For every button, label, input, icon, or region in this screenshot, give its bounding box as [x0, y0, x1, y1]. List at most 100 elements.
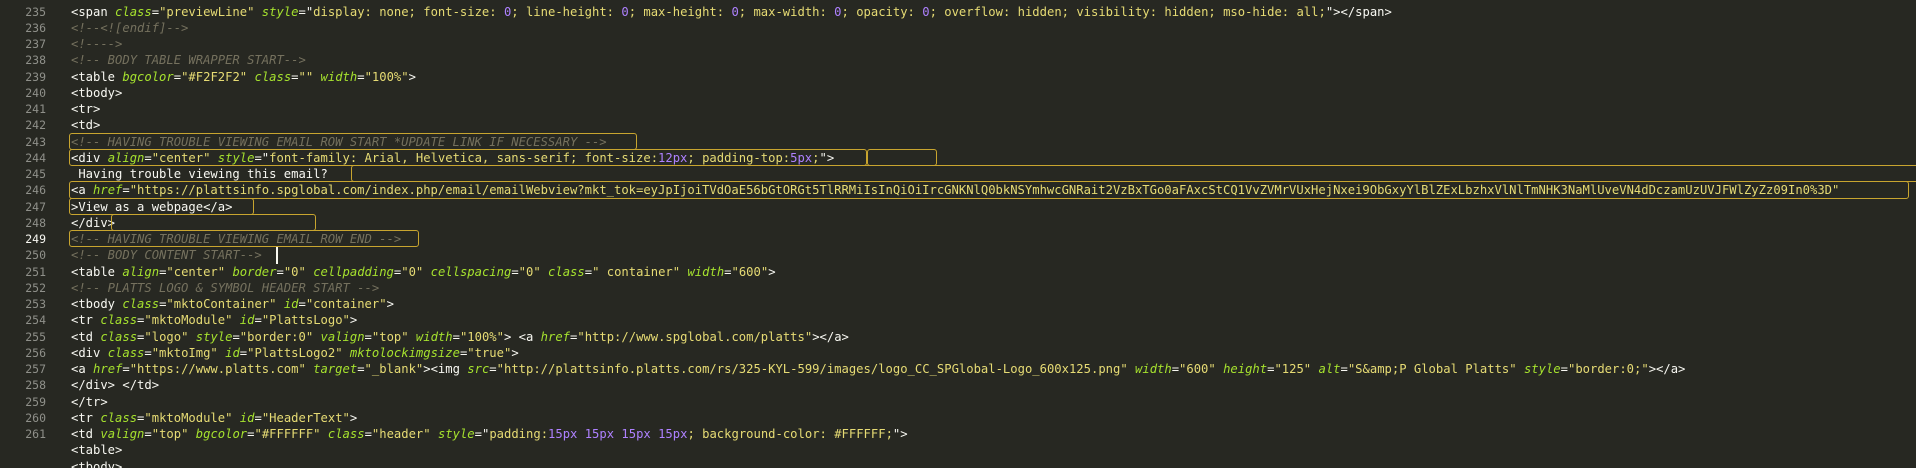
line-number: 238	[25, 53, 46, 68]
code-token: <tbody>	[71, 459, 123, 468]
code-editor[interactable]: 235 236 237 238 239 240 241 242 243 244 245 246 247 2…	[0, 0, 1916, 468]
code-token: "container"	[305, 297, 387, 311]
code-token: ="	[474, 427, 490, 441]
code-token: >	[386, 297, 394, 311]
code-token: =	[357, 362, 365, 376]
code-token: =	[452, 329, 460, 344]
code-token: </div> </td>	[71, 378, 160, 393]
code-line[interactable]: <tbody class="mktoContainer" id="contain…	[71, 296, 394, 312]
code-line[interactable]: </tr>	[71, 394, 108, 410]
line-number: 249	[25, 232, 46, 246]
code-token: ; max-height:	[628, 4, 732, 19]
line-number: 235	[25, 4, 46, 19]
line-number: 240	[25, 85, 46, 100]
code-token: href	[93, 362, 123, 376]
code-line[interactable]: <table>	[71, 442, 122, 458]
code-line[interactable]: <tr>	[71, 101, 100, 117]
code-token: align	[122, 264, 160, 279]
code-token: <tbody>	[71, 85, 123, 100]
code-line[interactable]: <tr class="mktoModule" id="PlattsLogo">	[71, 312, 357, 328]
code-token: "https://www.platts.com"	[129, 362, 306, 376]
code-line[interactable]: <tr class="mktoModule" id="HeaderText">	[71, 410, 357, 426]
code-token: id	[239, 313, 255, 328]
search-match-highlight	[69, 230, 419, 248]
code-line[interactable]: <!-- BODY CONTENT START-->	[71, 247, 262, 263]
code-line[interactable]: <!-- PLATTS LOGO & SYMBOL HEADER START -…	[71, 280, 379, 296]
code-token: target	[313, 362, 358, 376]
code-token: height	[1223, 362, 1268, 376]
code-token: "_blank"	[364, 362, 424, 376]
code-token: <tbody	[71, 297, 123, 311]
code-line[interactable]: <div class="mktoImg" id="PlattsLogo2" mk…	[71, 345, 519, 361]
code-token: =	[298, 297, 306, 311]
code-token: 0	[621, 4, 629, 19]
code-token: <!--<![endif]-->	[71, 20, 189, 35]
code-token: 15px 15px 15px 15px	[548, 427, 688, 441]
code-token: </tr>	[71, 394, 108, 409]
code-line[interactable]: </div>	[71, 215, 115, 231]
code-token: >	[349, 410, 358, 425]
code-token: "http://plattsinfo.platts.com/rs/325-KYL…	[496, 362, 1128, 376]
code-token: =	[144, 345, 152, 360]
code-token: <tr	[71, 313, 101, 328]
code-token: =	[151, 4, 160, 19]
code-token: "600"	[731, 264, 769, 279]
code-token: <table	[71, 264, 123, 279]
line-number: 258	[25, 378, 46, 393]
code-token: style	[1523, 362, 1561, 376]
code-token: "true"	[467, 345, 512, 360]
code-token: valign	[100, 427, 145, 441]
code-line[interactable]: </div> </td>	[71, 377, 159, 393]
code-token: >	[408, 69, 416, 84]
code-line[interactable]: <a href="https://www.platts.com" target=…	[71, 361, 1685, 377]
code-token: <td>	[71, 118, 101, 133]
code-line[interactable]: <table bgcolor="#F2F2F2" class="" width=…	[71, 69, 416, 85]
code-token: class	[115, 4, 152, 19]
code-token: =	[489, 362, 497, 376]
code-token: =	[254, 410, 262, 425]
code-token: cellspacing	[430, 264, 512, 279]
code-token: 0	[731, 4, 739, 19]
code-token: ; line-height:	[511, 4, 622, 19]
code-token: "mktoContainer"	[166, 297, 277, 311]
code-line[interactable]: Having trouble viewing this email?	[71, 166, 327, 182]
code-line[interactable]: <!---->	[71, 36, 122, 52]
code-token: >	[349, 313, 358, 328]
code-token: width	[415, 329, 453, 344]
code-line[interactable]: <span class="previewLine" style="display…	[71, 4, 1392, 20]
code-token: class	[100, 410, 138, 425]
search-match-highlight	[69, 132, 637, 150]
code-line[interactable]: <td valign="top" bgcolor="#FFFFFF" class…	[71, 426, 908, 442]
code-token: "PlattsLogo"	[261, 313, 350, 328]
search-match-highlight	[867, 148, 937, 166]
code-token: "100%"	[459, 329, 504, 344]
code-line[interactable]: <!--<![endif]-->	[71, 20, 188, 36]
code-line[interactable]: <tbody>	[71, 85, 122, 101]
code-token: >	[511, 345, 519, 360]
code-line[interactable]: <!-- BODY TABLE WRAPPER START-->	[71, 52, 306, 68]
code-token: style	[195, 329, 233, 344]
code-token: id	[225, 345, 240, 360]
code-line[interactable]: <table align="center" border="0" cellpad…	[71, 264, 776, 280]
code-token: <!-- PLATTS LOGO & SYMBOL HEADER START -…	[71, 280, 380, 295]
code-token: "100%"	[364, 69, 409, 84]
code-line[interactable]: <tbody>	[71, 459, 122, 468]
code-token: =	[232, 329, 240, 344]
code-token: " container"	[592, 264, 681, 279]
code-token: id	[239, 410, 255, 425]
code-token: bgcolor	[122, 69, 174, 84]
code-token: width	[687, 264, 725, 279]
code-line[interactable]: <td class="logo" style="border:0" valign…	[71, 329, 849, 345]
code-line[interactable]: <td>	[71, 117, 100, 133]
code-token: >	[768, 264, 776, 279]
code-token: <tr>	[71, 102, 101, 116]
